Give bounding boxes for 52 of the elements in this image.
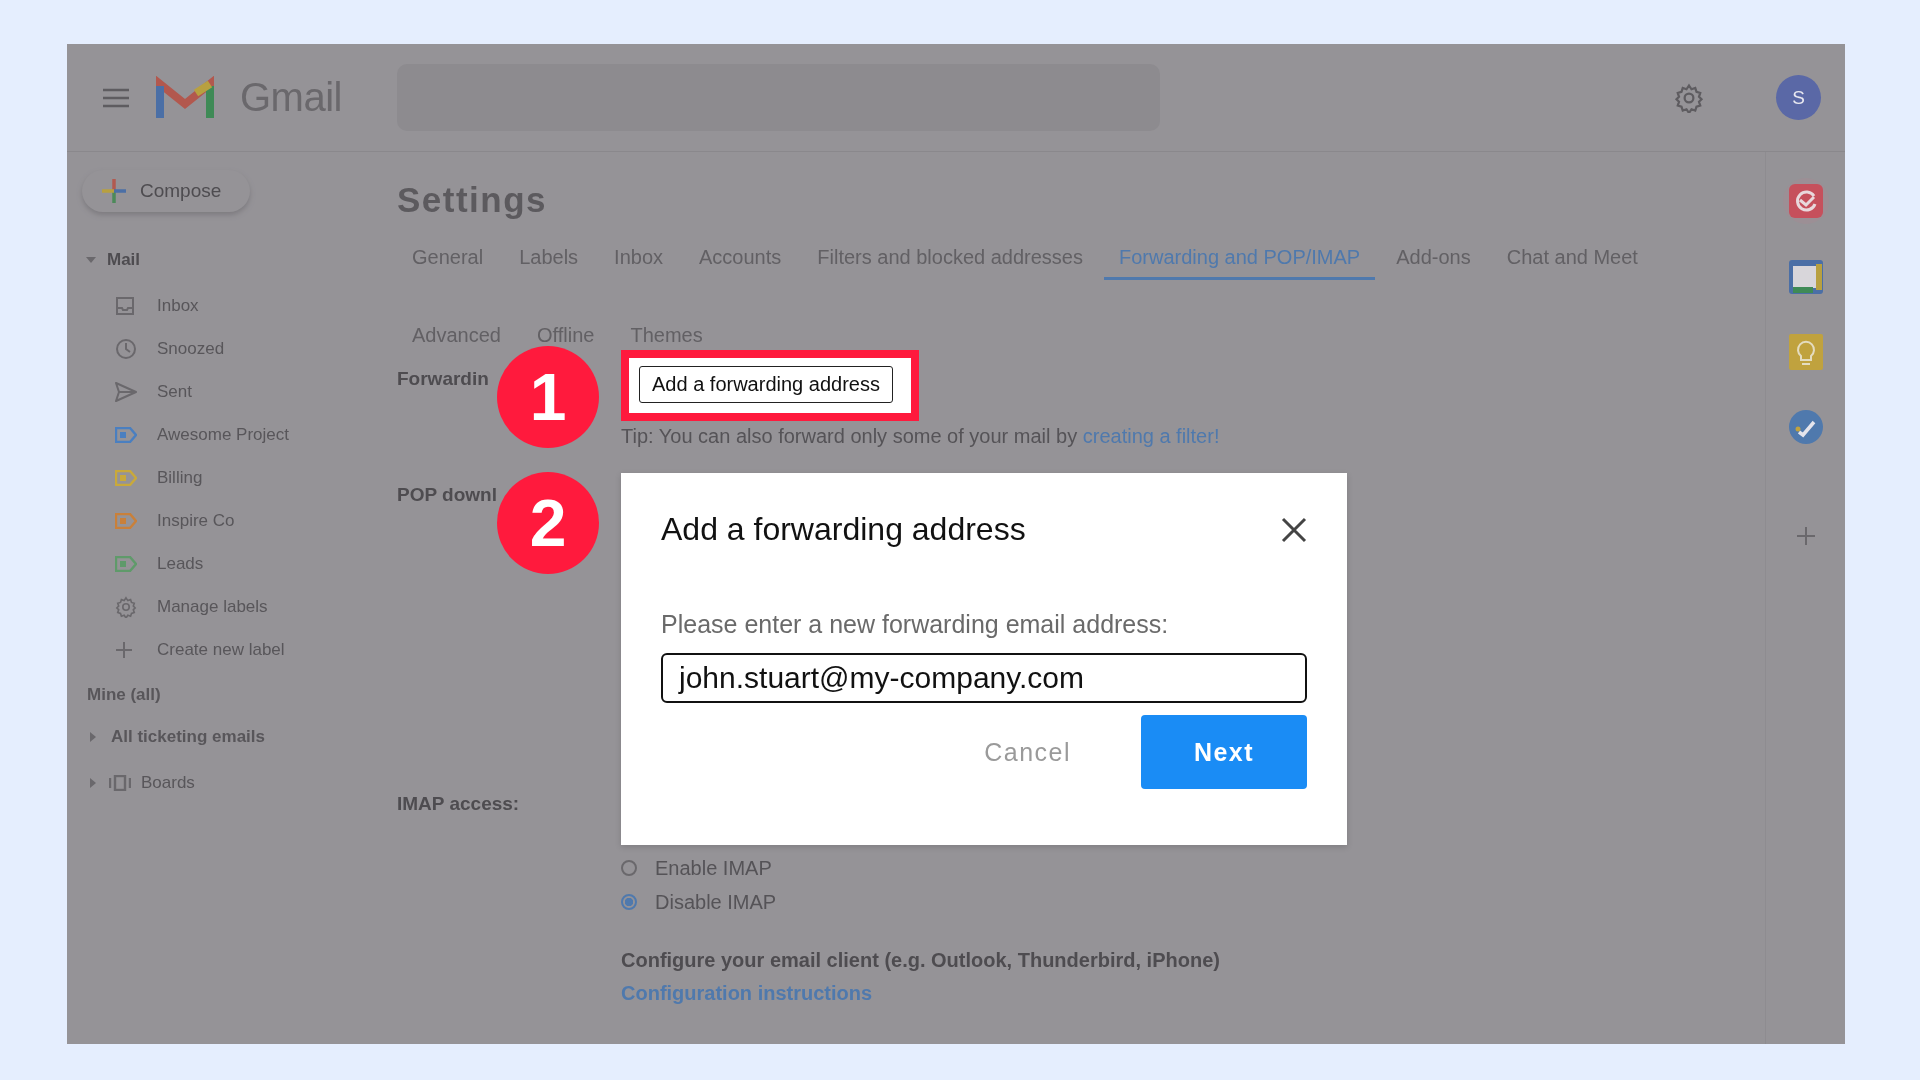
section-heading: Mine (all) <box>87 684 162 706</box>
inbox-icon <box>115 295 135 316</box>
settings-icon[interactable] <box>1674 82 1704 113</box>
email-field[interactable]: john.stuart@my-company.com <box>661 653 1307 703</box>
step-number: 1 <box>497 346 599 448</box>
configure-text: Configure your email client (e.g. Outlook, Thunderbird, iPhone) <box>621 949 1221 972</box>
radio-button[interactable] <box>621 894 637 910</box>
tip-text: Tip: You can also forward only some of your mail by creating a filter! <box>621 425 1221 448</box>
plus-icon <box>102 179 126 203</box>
mail-logo-icon <box>156 75 214 120</box>
dialog-title: Add a forwarding address <box>661 511 1026 548</box>
plus-icon[interactable] <box>1795 526 1816 546</box>
sidebar-item[interactable]: Leads <box>67 542 397 585</box>
section-label: POP downl <box>397 484 498 506</box>
sidebar-item[interactable]: Create new label <box>67 628 397 671</box>
gear-icon <box>115 595 137 618</box>
sidebar-item[interactable]: Sent <box>67 370 397 413</box>
boards-icon <box>109 775 131 791</box>
sidebar-item[interactable]: Snoozed <box>67 327 397 370</box>
tasks-icon[interactable] <box>1788 410 1823 444</box>
send-icon <box>115 381 137 402</box>
compose-button[interactable]: Compose <box>82 170 250 212</box>
sidebar-section[interactable]: Mail <box>85 248 397 272</box>
calendar-icon[interactable] <box>1788 260 1823 294</box>
clock-icon <box>115 337 137 360</box>
sidebar-item[interactable]: Inspire Co <box>67 499 397 542</box>
field-prompt: Please enter a new forwarding email address: <box>661 610 1170 639</box>
sidebar-item[interactable]: Inbox <box>67 284 397 327</box>
sidebar-item[interactable]: Billing <box>67 456 397 499</box>
sidebar-item[interactable]: Awesome Project <box>67 413 397 456</box>
sidebar-group[interactable]: Boards <box>87 761 397 805</box>
avatar[interactable]: S <box>1776 75 1821 120</box>
section-label: IMAP access: <box>397 793 521 815</box>
page-title: Settings <box>397 179 549 221</box>
settings-tab[interactable]: Forwarding and POP/IMAP <box>1104 246 1376 280</box>
next-button[interactable]: Next <box>1141 715 1307 789</box>
add-forwarding-button[interactable]: Add a forwarding address <box>639 366 893 403</box>
sidebar-item[interactable]: Manage labels <box>67 585 397 628</box>
radio-option[interactable]: Enable IMAP <box>621 851 1765 885</box>
filter-link[interactable]: creating a filter! <box>1082 425 1220 447</box>
cancel-button[interactable]: Cancel <box>978 736 1077 768</box>
configuration-link[interactable]: Configuration instructions <box>621 982 873 1005</box>
radio-option[interactable]: Disable IMAP <box>621 885 1765 919</box>
menu-icon[interactable] <box>103 87 129 108</box>
step-number: 2 <box>497 472 599 574</box>
check-badge-icon[interactable] <box>1788 184 1823 218</box>
sidebar-group[interactable]: All ticketing emails <box>87 715 397 759</box>
close-icon[interactable] <box>1281 516 1307 543</box>
radio-button[interactable] <box>621 860 637 876</box>
lightbulb-icon[interactable] <box>1788 334 1823 370</box>
section-label: Forwardin <box>397 367 490 390</box>
plus-icon <box>115 640 133 659</box>
